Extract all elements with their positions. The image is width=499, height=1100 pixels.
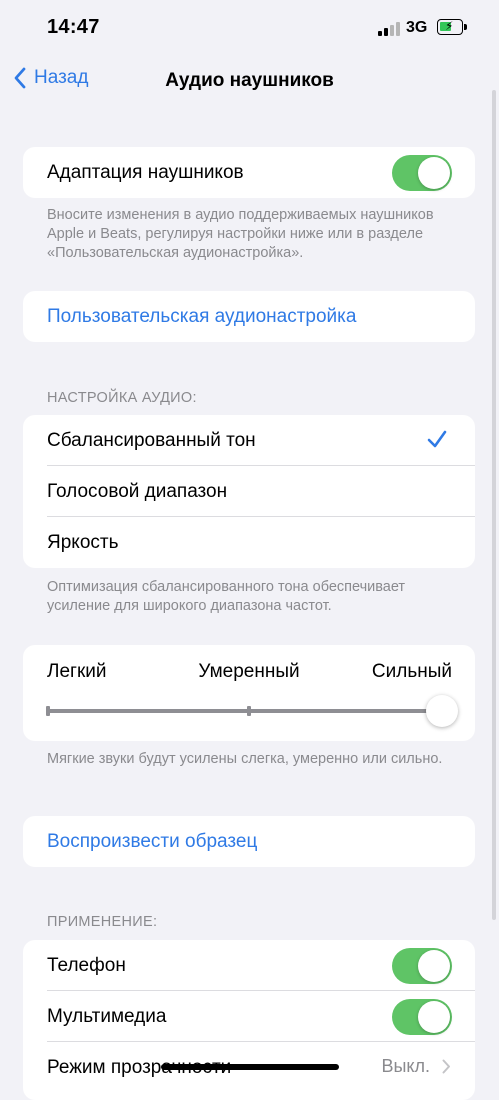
page-title: Аудио наушников xyxy=(165,70,334,91)
media-toggle[interactable] xyxy=(392,999,452,1035)
adaptation-footer: Вносите изменения в аудио поддерживаемых… xyxy=(47,207,434,261)
play-sample-button[interactable]: Воспроизвести образец xyxy=(23,816,475,867)
strength-label-high: Сильный xyxy=(371,661,452,682)
strength-footer: Мягкие звуки будут усилены слегка, умере… xyxy=(47,751,443,767)
tune-option-label: Голосовой диапазон xyxy=(47,480,228,502)
adaptation-label: Адаптация наушников xyxy=(47,161,244,183)
slider-tick xyxy=(46,706,50,716)
phone-toggle[interactable] xyxy=(392,948,452,984)
sample-card: Воспроизвести образец xyxy=(23,816,475,867)
network-type: 3G xyxy=(406,19,428,36)
charging-bolt-icon: ⚡ xyxy=(445,19,454,33)
transparency-value: Выкл. xyxy=(381,1056,451,1077)
audio-tune-footer: Оптимизация сбалансированного тона обесп… xyxy=(47,579,406,614)
checkmark-icon xyxy=(427,430,447,448)
chevron-right-icon xyxy=(442,1059,450,1074)
tune-option-label: Сбалансированный тон xyxy=(47,429,256,451)
strength-slider-thumb[interactable] xyxy=(426,695,458,727)
custom-setup-link[interactable]: Пользовательская аудионастройка xyxy=(23,291,475,342)
transparency-value-text: Выкл. xyxy=(381,1056,430,1076)
battery-icon: ⚡ xyxy=(437,19,467,35)
apply-row-media: Мультимедиа xyxy=(23,991,475,1042)
adaptation-toggle[interactable] xyxy=(392,155,452,191)
signal-strength-icon xyxy=(378,22,402,36)
apply-card: Телефон Мультимедиа Режим прозрачности В… xyxy=(23,940,475,1100)
adaptation-card: Адаптация наушников xyxy=(23,147,475,198)
apply-header: ПРИМЕНЕНИЕ: xyxy=(47,914,158,930)
apply-row-phone: Телефон xyxy=(23,940,475,991)
apply-label: Мультимедиа xyxy=(47,1005,167,1027)
adaptation-row: Адаптация наушников xyxy=(23,147,475,198)
apply-label: Телефон xyxy=(47,954,126,976)
tune-option-brightness[interactable]: Яркость xyxy=(23,517,475,568)
scrollbar[interactable] xyxy=(492,90,496,920)
slider-tick xyxy=(247,706,251,716)
tune-option-voice[interactable]: Голосовой диапазон xyxy=(23,466,475,517)
tune-option-balanced[interactable]: Сбалансированный тон xyxy=(23,415,475,466)
tune-option-label: Яркость xyxy=(47,531,119,553)
home-indicator[interactable] xyxy=(161,1064,339,1070)
audio-tune-card: Сбалансированный тон Голосовой диапазон … xyxy=(23,415,475,568)
strength-slider-track[interactable] xyxy=(47,709,442,713)
custom-setup-card: Пользовательская аудионастройка xyxy=(23,291,475,342)
audio-tune-header: НАСТРОЙКА АУДИО: xyxy=(47,390,197,406)
status-time: 14:47 xyxy=(47,16,100,38)
strength-card: Легкий Умеренный Сильный xyxy=(23,645,475,741)
